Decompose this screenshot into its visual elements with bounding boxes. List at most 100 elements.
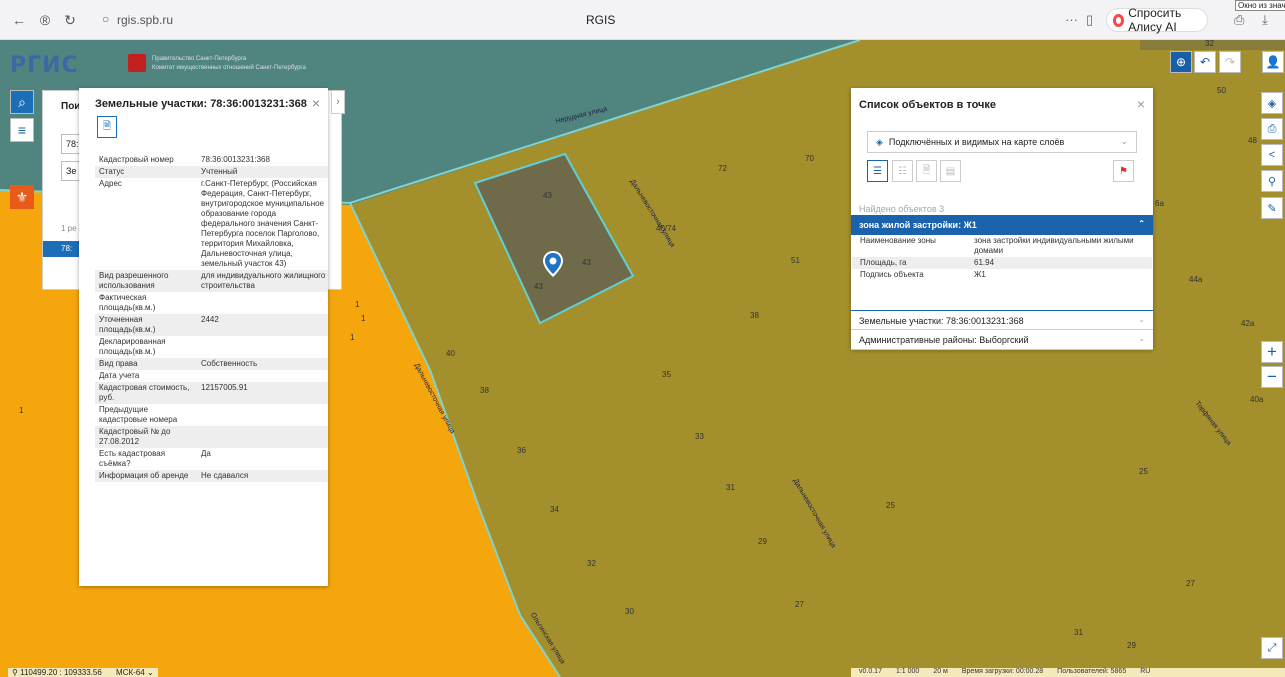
parcel-row-label: Земельные участки: 78:36:0013231:368 xyxy=(859,316,1024,326)
district-row-label: Административные районы: Выборгский xyxy=(859,335,1029,345)
status-bar: v0.0.17 1:1 000 20 м Время загрузки: 00:… xyxy=(851,668,1285,677)
close-icon[interactable]: × xyxy=(312,95,320,111)
coords-readout: 110499.20 : 109333.56 xyxy=(20,668,102,677)
gov-line2: Комитет имущественных отношений Санкт-Пе… xyxy=(152,65,306,71)
map-number-label: 33 xyxy=(695,432,704,441)
redo-icon[interactable]: ↷ xyxy=(1219,51,1241,73)
map-number-label: 40 xyxy=(446,349,455,358)
map-number-label: 32 xyxy=(1205,40,1214,48)
language-select[interactable]: RU xyxy=(1140,668,1150,677)
layers-icon: ◈ xyxy=(876,136,883,147)
user-icon[interactable]: 👤 xyxy=(1262,51,1284,73)
result-zone-row[interactable]: зона жилой застройки: Ж1 ⌃ xyxy=(851,215,1153,235)
attribute-row: Статус Учтенный xyxy=(95,166,328,178)
attribute-row: Предыдущие кадастровые номера xyxy=(95,404,328,426)
download-icon[interactable]: ⤓ xyxy=(1262,12,1268,28)
map-number-label: 32 xyxy=(587,559,596,568)
bookmark-icon[interactable]: ⚲ xyxy=(1261,170,1283,192)
attribute-row: Кадастровая стоимость, руб. 12157005.91 xyxy=(95,382,328,404)
result-district-row[interactable]: Административные районы: Выборгский ⌄ xyxy=(851,330,1153,350)
attribute-value: г.Санкт-Петербург, (Российская Федерация… xyxy=(201,179,325,268)
pencil-icon[interactable]: ✎ xyxy=(1261,197,1283,219)
attribute-row: Информация об аренде Не сдавался xyxy=(95,470,328,482)
zone-attribute-row: Наименование зоны зона застройки индивиду… xyxy=(852,235,1152,257)
attribute-row: Декларированная площадь(кв.м.) xyxy=(95,336,328,358)
attribute-key: Кадастровая стоимость, руб. xyxy=(95,382,197,404)
result-parcel-row[interactable]: Земельные участки: 78:36:0013231:368 ⌄ xyxy=(851,310,1153,330)
print-icon[interactable]: ⎙ xyxy=(1261,118,1283,140)
chevron-right-icon[interactable]: › xyxy=(331,90,345,114)
ask-alisa-button[interactable]: Спросить Алису AI xyxy=(1106,6,1208,34)
browser-toolbar: ← ® ↻ ○ rgis.spb.ru RGIS ··· ▯ Спросить … xyxy=(0,0,1285,40)
zoom-in-button[interactable]: + xyxy=(1261,341,1283,363)
zoom-out-button[interactable]: − xyxy=(1261,366,1283,388)
ask-alisa-label: Спросить Алису AI xyxy=(1128,6,1182,34)
layers-icon[interactable]: ◈ xyxy=(1261,92,1283,114)
reload-icon[interactable]: ↻ xyxy=(61,11,79,29)
document-icon[interactable]: 🗎 xyxy=(97,116,117,138)
crs-select[interactable]: МСК-64 xyxy=(116,668,145,677)
page-icon[interactable]: ▤ xyxy=(940,160,961,182)
undo-icon[interactable]: ↶ xyxy=(1194,51,1216,73)
attribute-row: Вид права Собственность xyxy=(95,358,328,370)
attribute-value: 78:36:0013231:368 xyxy=(201,155,270,164)
attribute-key: Вид права xyxy=(95,358,197,370)
map-number-label: 38 xyxy=(750,311,759,320)
version-label: v0.0.17 xyxy=(859,668,882,675)
attribute-value: 12157005.91 xyxy=(197,382,328,404)
info-doc-icon[interactable]: 🗎 xyxy=(916,160,937,182)
map-number-label: 30 xyxy=(625,607,634,616)
parcel-attributes: Кадастровый номер 78:36:0013231:368 Статус… xyxy=(95,154,328,482)
list-export-icon[interactable]: ☰ xyxy=(867,160,888,182)
attribute-key: Уточненная площадь(кв.м.) xyxy=(95,314,197,336)
zone-attribute-row: Площадь, га 61.94 xyxy=(852,257,1152,269)
location-pin-icon[interactable] xyxy=(543,251,563,277)
tab-search[interactable]: Пои xyxy=(61,101,80,112)
zone-attribute-value: 61.94 xyxy=(966,257,1152,269)
share-icon[interactable]: < xyxy=(1261,144,1283,166)
attribute-value: для индивидуального жилищного строительс… xyxy=(197,270,328,292)
spb-layer-icon[interactable]: ⚜ xyxy=(10,185,34,209)
bookmark-icon[interactable]: ▯ xyxy=(1086,12,1093,28)
close-icon[interactable]: × xyxy=(1137,96,1145,112)
chevron-up-icon: ⌃ xyxy=(1138,219,1145,228)
zone-details: Наименование зоны зона застройки индивиду… xyxy=(851,235,1153,281)
attribute-row: Вид разрешенного использования для индиви… xyxy=(95,270,328,292)
address-bar[interactable]: rgis.spb.ru xyxy=(117,13,173,27)
spb-coat-of-arms-icon xyxy=(128,54,146,72)
menu-dots-icon[interactable]: ··· xyxy=(1065,12,1078,27)
scale-select[interactable]: 1:1 000 xyxy=(896,668,919,677)
yandex-protect-icon[interactable]: ® xyxy=(36,11,54,29)
table-icon[interactable]: ☷ xyxy=(892,160,913,182)
attribute-key: Фактическая площадь(кв.м.) xyxy=(99,293,156,312)
map-number-label: 43 xyxy=(534,282,543,291)
menu-icon[interactable]: ≡ xyxy=(10,118,34,142)
found-count: Найдено объектов 3 xyxy=(859,204,945,214)
back-arrow-icon[interactable]: ← xyxy=(10,11,28,29)
report-icon[interactable]: ⚑ xyxy=(1113,160,1134,182)
zone-attribute-value: зона застройки индивидуальными жилыми до… xyxy=(974,236,1134,255)
map-number-label: 51 xyxy=(791,256,800,265)
attribute-value xyxy=(197,370,328,382)
layer-scope-select[interactable]: ◈ Подключённых и видимых на карте слоёв … xyxy=(867,131,1137,153)
attribute-value: Не сдавался xyxy=(197,470,328,482)
map-number-label: 43 xyxy=(543,191,552,200)
objects-at-point-panel: Список объектов в точке × ◈ Подключённых… xyxy=(851,88,1153,350)
result-row[interactable]: 78: xyxy=(43,241,83,257)
map-number-label: 31 xyxy=(1074,628,1083,637)
zone-attribute-row: Подпись объекта Ж1 xyxy=(852,269,1152,281)
attribute-value xyxy=(197,404,328,426)
attribute-key: Информация об аренде xyxy=(95,470,197,482)
attribute-row: Уточненная площадь(кв.м.) 2442 xyxy=(95,314,328,336)
search-icon[interactable]: ⌕ xyxy=(10,90,34,114)
attribute-value: Да xyxy=(201,449,211,458)
rgis-logo[interactable]: РГИС xyxy=(10,53,79,78)
window-tooltip: Окно из значе xyxy=(1235,0,1285,11)
globe-icon[interactable]: ⊕ xyxy=(1170,51,1192,73)
reader-icon[interactable]: ⎙ xyxy=(1234,12,1244,28)
attribute-row: Фактическая площадь(кв.м.) xyxy=(95,292,328,314)
connection-icon[interactable]: ○ xyxy=(102,12,109,26)
gov-line1: Правительство Санкт-Петербурга xyxy=(152,56,247,62)
map-number-label: 27 xyxy=(795,600,804,609)
fullscreen-icon[interactable]: ⤢ xyxy=(1261,637,1283,659)
